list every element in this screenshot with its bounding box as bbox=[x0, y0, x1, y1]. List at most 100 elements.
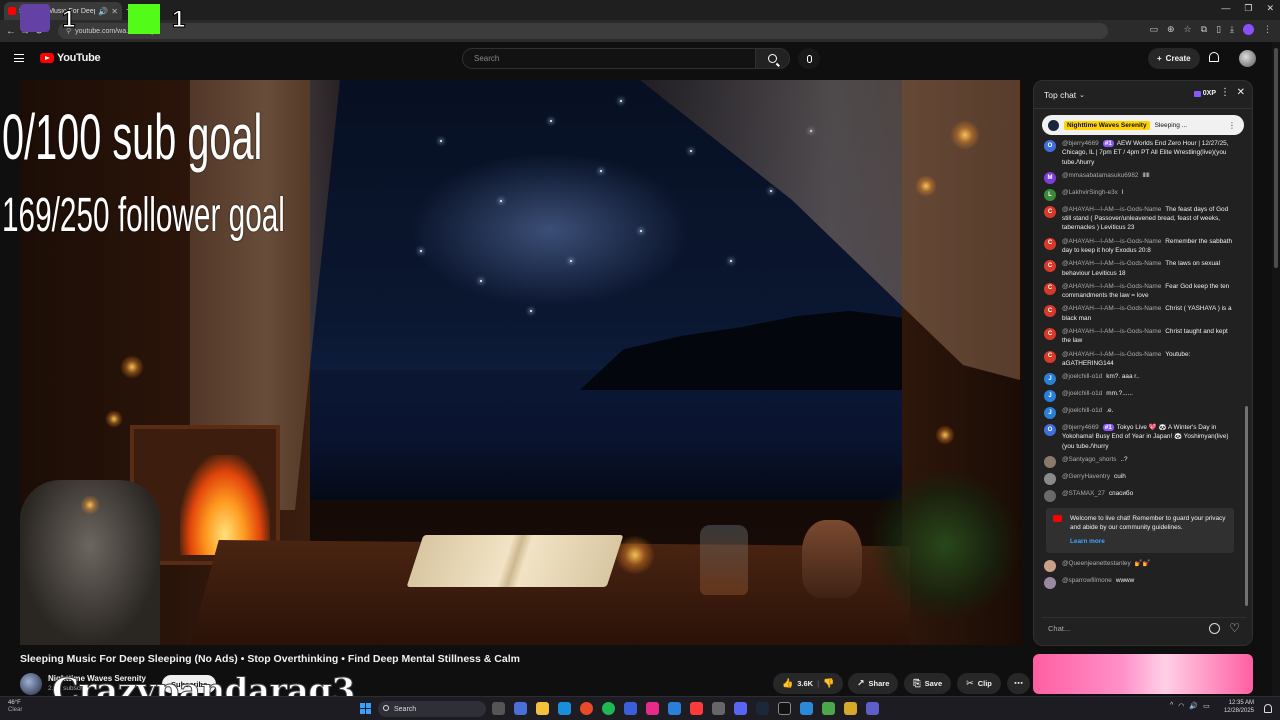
clip-button[interactable]: ✂ Clip bbox=[957, 673, 1001, 694]
chat-message[interactable]: C @AHAYAH---I-AM---is-Gods-Name Youtube: a… bbox=[1034, 348, 1246, 371]
chat-author-name[interactable]: @AHAYAH---I-AM---is-Gods-Name bbox=[1062, 206, 1161, 213]
chat-author-name[interactable]: @AHAYAH---I-AM---is-Gods-Name bbox=[1062, 328, 1161, 335]
battery-icon[interactable]: ▭ bbox=[1203, 702, 1210, 710]
chat-message[interactable]: J @joelchill-o1d .e. bbox=[1034, 404, 1246, 421]
tab-audio-icon[interactable]: 🔊 bbox=[98, 7, 108, 16]
app-icon[interactable] bbox=[690, 702, 703, 715]
page-scrollbar[interactable] bbox=[1272, 42, 1280, 720]
chat-author-avatar[interactable] bbox=[1044, 472, 1056, 485]
chat-message[interactable]: C @AHAYAH---I-AM---is-Gods-Name The feast … bbox=[1034, 203, 1246, 235]
like-button[interactable]: 👍 3.6K | 👎 bbox=[773, 673, 844, 694]
page-scrollbar-thumb[interactable] bbox=[1274, 48, 1278, 268]
chrome-icon[interactable] bbox=[580, 702, 593, 715]
chat-author-avatar[interactable] bbox=[1044, 576, 1056, 589]
chat-author-avatar[interactable]: C bbox=[1044, 205, 1056, 218]
chat-input[interactable]: Chat... ♡ bbox=[1042, 617, 1246, 639]
chat-message[interactable]: J @joelchill-o1d km?. aaa r.. bbox=[1034, 370, 1246, 387]
minimize-button[interactable]: — bbox=[1221, 3, 1230, 14]
search-input[interactable]: Search bbox=[462, 48, 756, 69]
close-chat-icon[interactable]: ✕ bbox=[1237, 87, 1245, 98]
channel-avatar[interactable] bbox=[20, 673, 42, 695]
chat-author-avatar[interactable]: J bbox=[1044, 390, 1056, 403]
chat-author-avatar[interactable] bbox=[1044, 455, 1056, 468]
chat-author-name[interactable]: @mmasabatamasuku6982 bbox=[1062, 172, 1138, 179]
chat-author-name[interactable]: @AHAYAH---I-AM---is-Gods-Name bbox=[1062, 238, 1161, 245]
chat-author-avatar[interactable]: J bbox=[1044, 373, 1056, 386]
notifications-bell-icon[interactable] bbox=[1209, 52, 1219, 62]
chat-message[interactable]: @sparrowfilmone wwww bbox=[1034, 574, 1246, 591]
profile-avatar[interactable] bbox=[1243, 24, 1254, 35]
app-icon[interactable] bbox=[668, 702, 681, 715]
chat-author-avatar[interactable]: C bbox=[1044, 282, 1056, 295]
chat-author-avatar[interactable] bbox=[1044, 489, 1056, 502]
account-avatar[interactable] bbox=[1239, 50, 1256, 67]
chat-message[interactable]: C @AHAYAH---I-AM---is-Gods-Name Fear God k… bbox=[1034, 280, 1246, 303]
sidepanel-icon[interactable]: ▯ bbox=[1216, 24, 1221, 35]
address-bar[interactable]: ⚲ youtube.com/wa...UCl-i6y0 bbox=[58, 23, 1108, 39]
chat-author-name[interactable]: @AHAYAH---I-AM---is-Gods-Name bbox=[1062, 283, 1161, 290]
cast-icon[interactable]: ▭ bbox=[1149, 24, 1158, 35]
chat-author-name[interactable]: @joelchill-o1d bbox=[1062, 373, 1102, 380]
pinned-message[interactable]: Nighttime Waves Serenity Sleeping ... ⋮ bbox=[1042, 115, 1244, 135]
chat-message[interactable]: O @bjerry4669 #1 Tokyo Live 💖 🐼 A Winter's … bbox=[1034, 421, 1246, 453]
chat-message[interactable]: C @AHAYAH---I-AM---is-Gods-Name Remember t… bbox=[1034, 235, 1246, 258]
extensions-icon[interactable]: ⧉ bbox=[1201, 24, 1207, 35]
chat-author-name[interactable]: @Santyago_shorts bbox=[1062, 456, 1116, 463]
chat-author-name[interactable]: @AHAYAH---I-AM---is-Gods-Name bbox=[1062, 260, 1161, 267]
chat-author-avatar[interactable]: C bbox=[1044, 260, 1056, 273]
voice-search-button[interactable] bbox=[798, 48, 820, 69]
chat-message[interactable]: J @joelchill-o1d mm.?...... bbox=[1034, 387, 1246, 404]
wifi-icon[interactable]: ◠ bbox=[1178, 702, 1184, 710]
app-icon[interactable] bbox=[624, 702, 637, 715]
chat-message[interactable]: C @AHAYAH---I-AM---is-Gods-Name Christ tau… bbox=[1034, 325, 1246, 348]
chat-menu-icon[interactable]: ⋮ bbox=[1220, 87, 1230, 98]
spotify-icon[interactable] bbox=[602, 702, 615, 715]
notification-bell-icon[interactable] bbox=[1264, 704, 1272, 713]
share-button[interactable]: ↗ Share bbox=[848, 673, 899, 694]
chat-author-name[interactable]: @bjerry4669 bbox=[1062, 424, 1099, 431]
chat-message[interactable]: @GerryHaventry cuih bbox=[1034, 470, 1246, 487]
chat-author-name[interactable]: @joelchill-o1d bbox=[1062, 390, 1102, 397]
chat-author-name[interactable]: @Queenjeanettestanley bbox=[1062, 560, 1131, 567]
tray-chevron-icon[interactable]: ^ bbox=[1170, 702, 1173, 710]
close-window-button[interactable]: ✕ bbox=[1266, 3, 1274, 14]
chat-message[interactable]: @Queenjeanettestanley 💅💅 bbox=[1034, 557, 1246, 574]
taskbar-search[interactable]: Search bbox=[378, 701, 486, 717]
zoom-icon[interactable]: ⊕ bbox=[1167, 24, 1175, 35]
app-icon[interactable] bbox=[844, 702, 857, 715]
chat-author-name[interactable]: @STAMAX_27 bbox=[1062, 490, 1105, 497]
chat-author-avatar[interactable]: C bbox=[1044, 237, 1056, 250]
more-actions-button[interactable]: ⋯ bbox=[1006, 673, 1030, 694]
chat-author-avatar[interactable]: C bbox=[1044, 327, 1056, 340]
chat-author-name[interactable]: @sparrowfilmone bbox=[1062, 577, 1112, 584]
chat-author-avatar[interactable]: C bbox=[1044, 350, 1056, 363]
chat-author-name[interactable]: @GerryHaventry bbox=[1062, 473, 1110, 480]
downloads-icon[interactable]: ⤓ bbox=[1230, 24, 1234, 35]
chat-message[interactable]: @STAMAX_27 спасибо bbox=[1034, 487, 1246, 504]
kick-app-icon[interactable] bbox=[778, 702, 791, 715]
windows-start-icon[interactable] bbox=[360, 703, 371, 714]
back-icon[interactable]: ← bbox=[4, 26, 18, 37]
pinned-menu-icon[interactable]: ⋮ bbox=[1228, 121, 1236, 130]
thumbs-down-icon[interactable]: 👎 bbox=[823, 678, 834, 689]
chat-author-name[interactable]: @AHAYAH---I-AM---is-Gods-Name bbox=[1062, 305, 1161, 312]
chat-author-avatar[interactable]: C bbox=[1044, 305, 1056, 318]
bookmark-star-icon[interactable]: ☆ bbox=[1184, 24, 1192, 35]
tab-close-icon[interactable]: ✕ bbox=[111, 7, 118, 16]
browser-menu-icon[interactable]: ⋮ bbox=[1263, 24, 1272, 35]
maximize-button[interactable]: ❐ bbox=[1244, 3, 1252, 14]
chat-author-name[interactable]: @LakhvirSingh-e3x bbox=[1062, 189, 1118, 196]
chat-author-name[interactable]: @joelchill-o1d bbox=[1062, 407, 1102, 414]
chat-message[interactable]: L @LakhvirSingh-e3x l bbox=[1034, 186, 1246, 203]
chat-scrollbar[interactable] bbox=[1245, 116, 1249, 608]
search-button[interactable] bbox=[756, 48, 790, 69]
file-explorer-icon[interactable] bbox=[536, 702, 549, 715]
chat-author-avatar[interactable]: O bbox=[1044, 140, 1056, 152]
app-icon[interactable] bbox=[800, 702, 813, 715]
task-view-icon[interactable] bbox=[492, 702, 505, 715]
chat-author-avatar[interactable]: L bbox=[1044, 188, 1056, 201]
chat-author-avatar[interactable] bbox=[1044, 559, 1056, 572]
xp-badge[interactable]: 0XP bbox=[1193, 90, 1216, 97]
xbox-icon[interactable] bbox=[822, 702, 835, 715]
chat-message[interactable]: O @bjerry4669 #1 AEW Worlds End Zero Hour |… bbox=[1034, 137, 1246, 169]
